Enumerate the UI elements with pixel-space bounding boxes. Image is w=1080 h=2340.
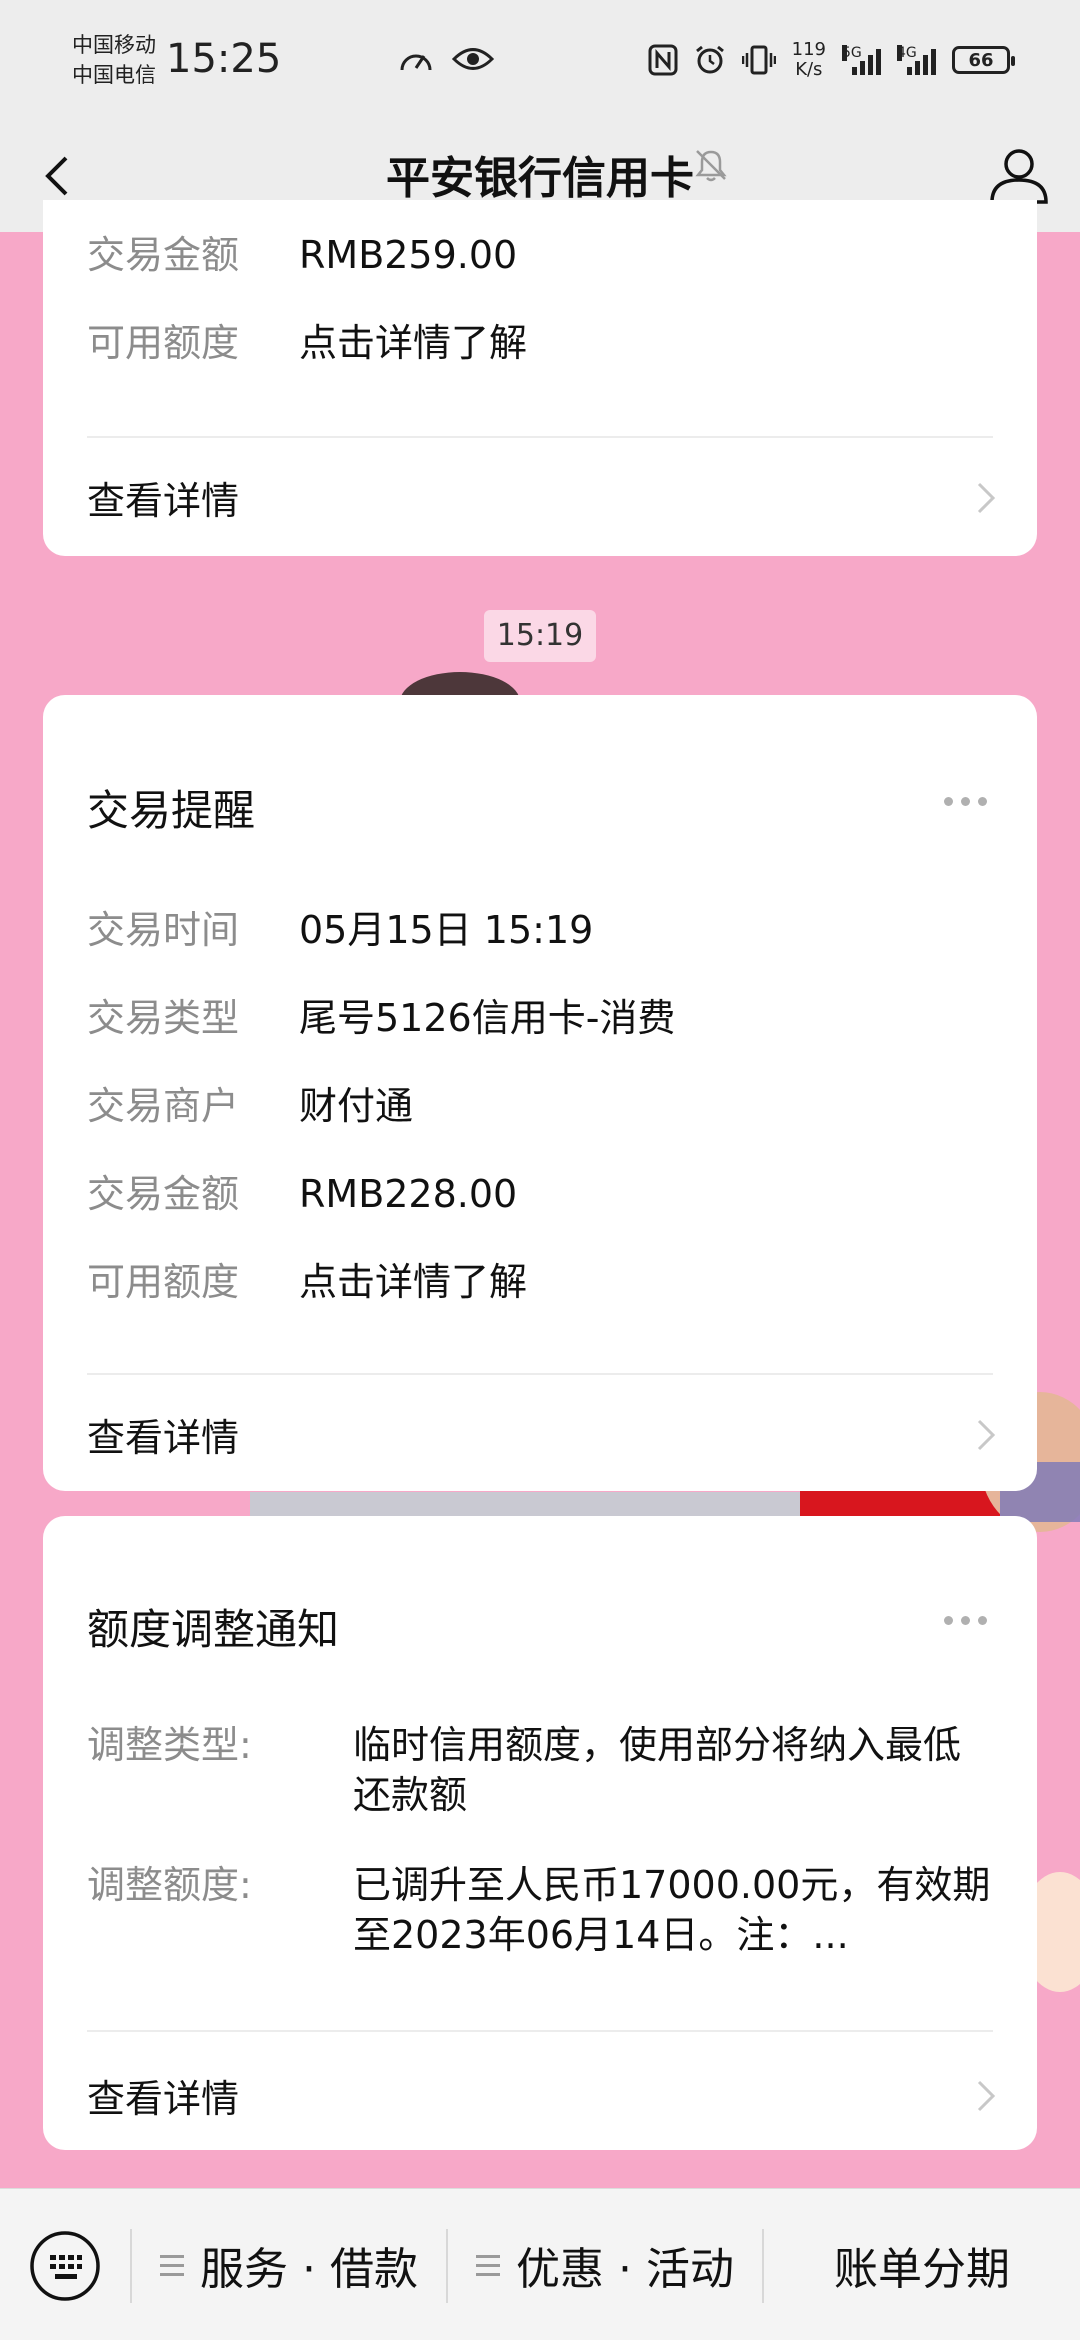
info-row: 交易商户 财付通	[87, 1081, 993, 1131]
submenu-icon	[160, 2254, 185, 2276]
row-value: RMB228.00	[299, 1172, 518, 1216]
row-value[interactable]: 点击详情了解	[299, 318, 527, 368]
network-speed: 119 K/s	[792, 40, 826, 80]
signal-1-icon: 5G	[842, 45, 881, 75]
network-speed-value: 119	[791, 39, 826, 60]
chevron-right-icon	[977, 1419, 996, 1450]
row-label: 可用额度	[87, 321, 240, 365]
menu-label: 服务 · 借款	[200, 2244, 418, 2295]
divider	[87, 1373, 993, 1375]
row-label: 交易金额	[87, 1172, 240, 1216]
battery-icon: 66	[952, 46, 1015, 74]
keyboard-icon[interactable]	[28, 2229, 102, 2303]
message-timestamp: 15:19	[484, 610, 596, 662]
view-details-label: 查看详情	[87, 1416, 240, 1460]
menu-offers-events[interactable]: 优惠 · 活动	[448, 2189, 762, 2340]
chevron-right-icon	[977, 2080, 996, 2111]
row-label: 交易时间	[87, 908, 240, 952]
network-speed-unit: K/s	[795, 59, 823, 80]
row-label: 可用额度	[87, 1260, 240, 1304]
divider	[87, 436, 993, 438]
eye-comfort-icon	[452, 48, 494, 70]
vibrate-icon	[741, 45, 776, 75]
menu-label: 优惠 · 活动	[516, 2244, 734, 2295]
carrier-1: 中国移动	[72, 33, 156, 57]
transaction-card-previous: 交易金额 RMB259.00 可用额度 点击详情了解 查看详情	[43, 200, 1037, 556]
more-options-icon[interactable]	[944, 1616, 987, 1625]
info-row: 交易类型 尾号5126信用卡-消费	[87, 993, 993, 1043]
view-details-link[interactable]: 查看详情	[87, 2068, 997, 2123]
card-title: 交易提醒	[87, 786, 256, 835]
row-value: 05月15日 15:19	[299, 908, 594, 952]
row-value: 财付通	[299, 1084, 414, 1128]
carrier-labels: 中国移动 中国电信	[72, 30, 156, 90]
view-details-link[interactable]: 查看详情	[87, 470, 997, 525]
row-label: 交易商户	[87, 1084, 240, 1128]
row-value[interactable]: 点击详情了解	[299, 1257, 527, 1307]
status-clock: 15:25	[166, 36, 282, 82]
view-details-label: 查看详情	[87, 479, 240, 523]
speed-gauge-icon	[400, 54, 432, 71]
transaction-alert-card: 交易提醒 交易时间 05月15日 15:19 交易类型 尾号5126信用卡-消费…	[43, 695, 1037, 1491]
limit-adjustment-card: 额度调整通知 调整类型: 临时信用额度，使用部分将纳入最低还款额 调整额度: 已…	[43, 1516, 1037, 2150]
status-bar: 中国移动 中国电信 15:25 119 K/s 5G 4G 66	[0, 0, 1080, 120]
menu-services-loans[interactable]: 服务 · 借款	[132, 2189, 446, 2340]
bottom-menu-bar: 服务 · 借款 优惠 · 活动 账单分期	[0, 2188, 1080, 2340]
info-row[interactable]: 可用额度 点击详情了解	[87, 318, 993, 368]
info-row: 交易金额 RMB228.00	[87, 1169, 993, 1219]
status-icons-left	[398, 44, 494, 74]
info-row[interactable]: 可用额度 点击详情了解	[87, 1257, 993, 1307]
mute-bell-icon	[695, 150, 727, 182]
signal-2-icon: 4G	[897, 45, 936, 75]
menu-label: 账单分期	[834, 2244, 1010, 2295]
info-row: 交易金额 RMB259.00	[87, 230, 993, 280]
signal-2-tag: 4G	[897, 45, 917, 61]
row-value: 已调升至人民币17000.00元，有效期至2023年06月14日。注：...	[353, 1863, 991, 1957]
battery-level: 66	[968, 49, 994, 71]
row-label: 交易金额	[87, 233, 240, 277]
row-value: 临时信用额度，使用部分将纳入最低还款额	[353, 1723, 962, 1817]
view-details-link[interactable]: 查看详情	[87, 1407, 997, 1462]
row-label: 交易类型	[87, 996, 240, 1040]
menu-bill-installment[interactable]: 账单分期	[764, 2189, 1080, 2340]
carrier-2: 中国电信	[72, 63, 156, 87]
page-title: 平安银行信用卡	[386, 153, 694, 204]
more-options-icon[interactable]	[944, 797, 987, 806]
info-row: 调整额度: 已调升至人民币17000.00元，有效期至2023年06月14日。注…	[87, 1860, 993, 1960]
chevron-right-icon	[977, 482, 996, 513]
signal-1-tag: 5G	[842, 45, 862, 61]
nfc-icon	[648, 44, 678, 76]
submenu-icon	[476, 2254, 501, 2276]
row-label: 调整额度:	[87, 1863, 252, 1907]
info-row: 交易时间 05月15日 15:19	[87, 905, 993, 955]
status-icons-right: 119 K/s 5G 4G 66	[648, 40, 1015, 80]
view-details-label: 查看详情	[87, 2077, 240, 2121]
row-label: 调整类型:	[87, 1723, 252, 1767]
row-value: 尾号5126信用卡-消费	[299, 996, 676, 1040]
row-value: RMB259.00	[299, 233, 518, 277]
info-row: 调整类型: 临时信用额度，使用部分将纳入最低还款额	[87, 1720, 993, 1820]
alarm-icon	[695, 45, 724, 74]
card-title: 额度调整通知	[87, 1605, 340, 1654]
divider	[87, 2030, 993, 2032]
